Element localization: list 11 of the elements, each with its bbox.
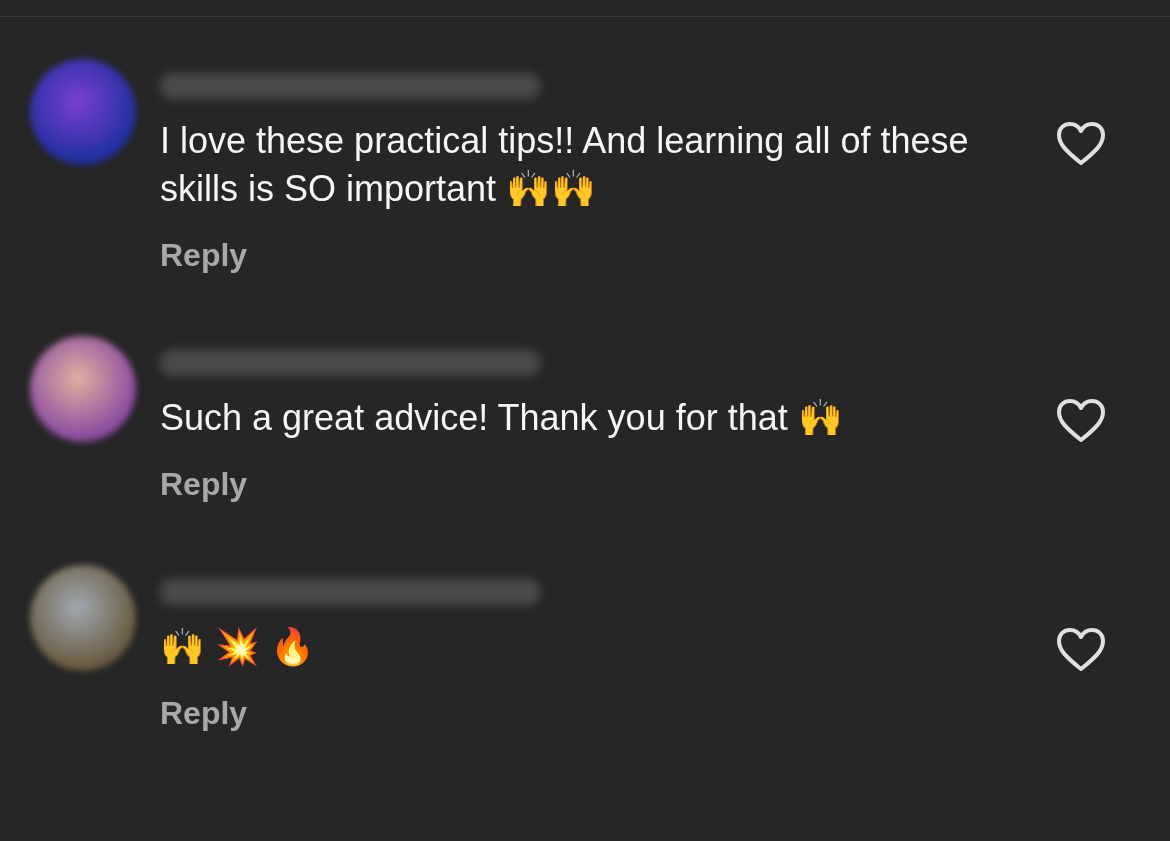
- avatar[interactable]: [30, 565, 136, 671]
- avatar[interactable]: [30, 336, 136, 442]
- comment-text: I love these practical tips!! And learning all of these skills is SO important 🙌🙌: [160, 119, 970, 211]
- comment-text: Such a great advice! Thank you for that 🙌: [160, 396, 844, 440]
- comment-text: 🙌 💥 🔥: [160, 625, 316, 669]
- heart-outline-icon[interactable]: [1056, 121, 1106, 167]
- heart-outline-icon[interactable]: [1056, 627, 1106, 673]
- reply-link[interactable]: Reply: [160, 695, 248, 732]
- reply-link[interactable]: Reply: [160, 237, 248, 274]
- heart-outline-icon[interactable]: [1056, 398, 1106, 444]
- reply-link[interactable]: Reply: [160, 466, 248, 503]
